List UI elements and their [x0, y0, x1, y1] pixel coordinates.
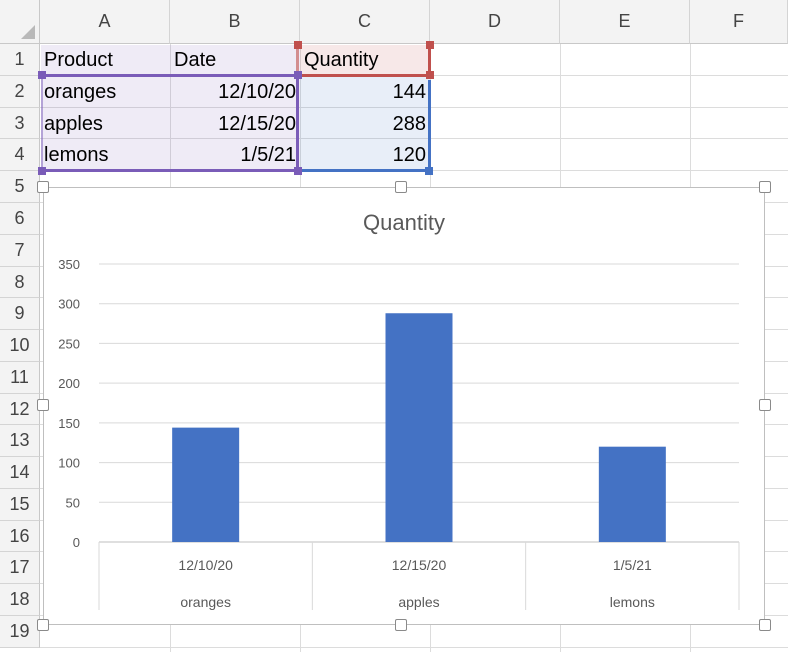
chart-plot: 0 50 100 150 200 250 300 350 12/10/20 oranges 12/1… [58, 257, 740, 610]
values-range-border-bottom [302, 169, 428, 172]
row-header-8[interactable]: 8 [0, 267, 40, 298]
cell-c3[interactable]: 288 [300, 109, 430, 140]
select-all-corner[interactable] [0, 0, 40, 44]
x-tick-label-date: 1/5/21 [613, 557, 652, 573]
row-header-1[interactable]: 1 [0, 44, 40, 76]
cell-b2[interactable]: 12/10/20 [170, 77, 300, 108]
series-name-range-handle[interactable] [426, 71, 434, 79]
row-header-11[interactable]: 11 [0, 362, 40, 394]
y-tick-label: 300 [58, 297, 80, 312]
column-header-b[interactable]: B [170, 0, 300, 44]
row-header-12[interactable]: 12 [0, 394, 40, 425]
grid-line [40, 647, 788, 648]
row-header-4[interactable]: 4 [0, 139, 40, 171]
y-tick-label: 100 [58, 456, 80, 471]
cell-a2[interactable]: oranges [40, 77, 170, 108]
row-header-18[interactable]: 18 [0, 584, 40, 616]
y-tick-label: 350 [58, 257, 80, 272]
cell-a3[interactable]: apples [40, 109, 170, 140]
y-tick-label: 150 [58, 416, 80, 431]
series-name-range-handle[interactable] [426, 41, 434, 49]
bar-oranges[interactable] [172, 427, 240, 542]
column-header-e[interactable]: E [560, 0, 690, 44]
row-header-19[interactable]: 19 [0, 616, 40, 648]
x-tick-label-product: oranges [180, 594, 231, 610]
y-tick-label: 50 [66, 495, 80, 510]
row-header-13[interactable]: 13 [0, 425, 40, 457]
bar-lemons[interactable] [598, 446, 666, 542]
cell-a1[interactable]: Product [40, 45, 170, 76]
cell-c4[interactable]: 120 [300, 140, 430, 171]
chart-resize-handle-bottom[interactable] [395, 619, 407, 631]
x-tick-label-product: apples [398, 594, 439, 610]
category-range-border-bottom [42, 169, 298, 172]
cell-c1[interactable]: Quantity [300, 45, 430, 76]
y-tick-label: 0 [73, 535, 80, 550]
bar-apples[interactable] [385, 313, 453, 542]
cell-b4[interactable]: 1/5/21 [170, 140, 300, 171]
cell-a4[interactable]: lemons [40, 140, 170, 171]
category-range-handle[interactable] [294, 167, 302, 175]
category-range-border-left [41, 74, 43, 172]
spreadsheet-grid: A B C D E F 1 2 3 4 5 6 7 8 9 10 11 12 13 14 15 16 17 18 1… [0, 0, 788, 652]
series-name-range-handle[interactable] [294, 41, 302, 49]
x-tick-label-product: lemons [610, 594, 655, 610]
chart-resize-handle-bottom-right[interactable] [759, 619, 771, 631]
range-corner-handle[interactable] [294, 71, 302, 79]
chart-resize-handle-left[interactable] [37, 399, 49, 411]
row-header-17[interactable]: 17 [0, 552, 40, 584]
row-header-9[interactable]: 9 [0, 298, 40, 330]
category-range-border-right [296, 74, 299, 172]
select-all-icon [21, 25, 35, 39]
values-range-handle[interactable] [425, 167, 433, 175]
row-header-5[interactable]: 5 [0, 171, 40, 203]
chart-object[interactable]: Quantity 0 50 100 150 200 250 300 350 12/10/20 or… [43, 187, 765, 625]
chart-resize-handle-top[interactable] [395, 181, 407, 193]
cell-b1[interactable]: Date [170, 45, 300, 76]
row-header-15[interactable]: 15 [0, 489, 40, 521]
y-tick-label: 250 [58, 336, 80, 351]
row-header-3[interactable]: 3 [0, 108, 40, 139]
chart-resize-handle-bottom-left[interactable] [37, 619, 49, 631]
row-header-6[interactable]: 6 [0, 203, 40, 235]
cell-c2[interactable]: 144 [300, 77, 430, 108]
row-header-14[interactable]: 14 [0, 457, 40, 489]
row-header-10[interactable]: 10 [0, 330, 40, 362]
row-header-7[interactable]: 7 [0, 235, 40, 267]
values-range-border-right [428, 80, 431, 170]
series-name-range-border [301, 74, 428, 77]
x-tick-label-date: 12/15/20 [392, 557, 447, 573]
cell-b3[interactable]: 12/15/20 [170, 109, 300, 140]
column-header-a[interactable]: A [40, 0, 170, 44]
row-header-2[interactable]: 2 [0, 76, 40, 108]
column-header-d[interactable]: D [430, 0, 560, 44]
column-header-c[interactable]: C [300, 0, 430, 44]
x-tick-label-date: 12/10/20 [178, 557, 233, 573]
category-range-handle[interactable] [38, 71, 46, 79]
chart-resize-handle-top-right[interactable] [759, 181, 771, 193]
column-header-f[interactable]: F [690, 0, 788, 44]
chart-resize-handle-top-left[interactable] [37, 181, 49, 193]
category-range-handle[interactable] [38, 167, 46, 175]
y-tick-label: 200 [58, 376, 80, 391]
chart-resize-handle-right[interactable] [759, 399, 771, 411]
row-header-16[interactable]: 16 [0, 521, 40, 552]
category-range-border-top [42, 74, 298, 77]
